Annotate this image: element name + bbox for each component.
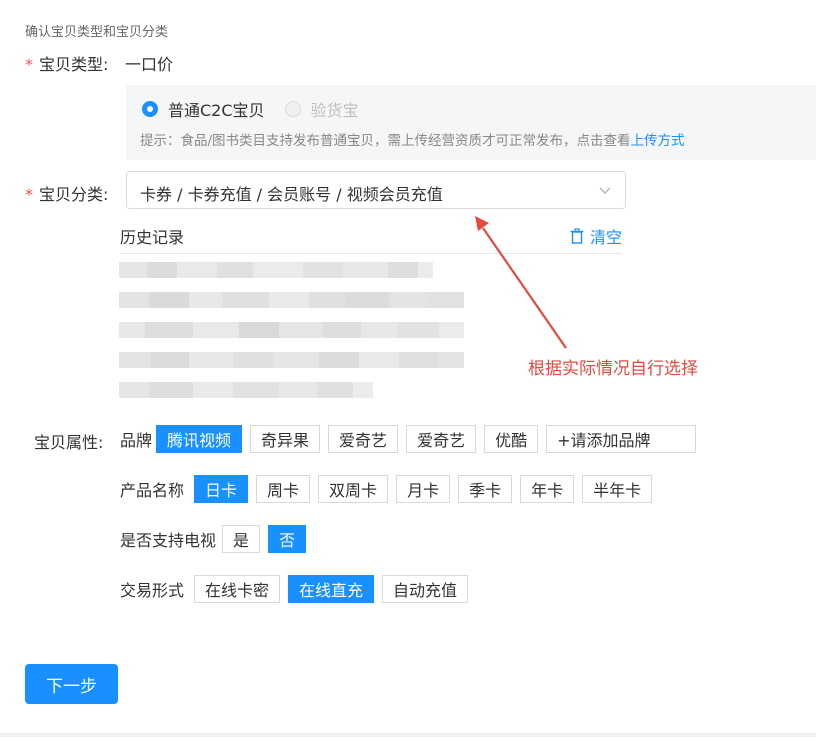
brand-tag-youku[interactable]: 优酷 (484, 425, 539, 453)
product-name-label: 产品名称 (120, 481, 185, 500)
brand-tag-iqiyi[interactable]: 爱奇艺 (328, 425, 399, 453)
annotation-text: 根据实际情况自行选择 (528, 359, 698, 379)
product-tag-quarter[interactable]: 季卡 (458, 475, 513, 503)
history-header: 历史记录 清空 (120, 222, 622, 254)
history-title: 历史记录 (120, 228, 185, 247)
required-star: * (25, 185, 33, 204)
product-tag-biweek[interactable]: 双周卡 (318, 475, 389, 503)
trade-tag-direct-charge[interactable]: 在线直充 (288, 575, 375, 603)
radio-normal-c2c-label[interactable]: 普通C2C宝贝 (168, 97, 265, 121)
product-tag-year[interactable]: 年卡 (520, 475, 575, 503)
type-label: * 宝贝类型: (25, 51, 108, 75)
tv-support-no[interactable]: 否 (268, 525, 307, 553)
attributes-label: 宝贝属性: (34, 433, 104, 452)
radio-normal-c2c[interactable] (142, 101, 158, 117)
brand-row: 品牌 腾讯视频 奇异果 爱奇艺 爱奇艺 优酷 +请添加品牌 (120, 425, 704, 453)
trash-icon (570, 228, 584, 244)
type-value: 一口价 (125, 55, 174, 74)
upload-method-link[interactable]: 上传方式 (631, 133, 685, 149)
trade-form-row: 交易形式 在线卡密 在线直充 自动充值 (120, 575, 476, 603)
history-item[interactable] (119, 382, 469, 398)
brand-tag-iqiyi-2[interactable]: 爱奇艺 (406, 425, 477, 453)
product-tag-week[interactable]: 周卡 (256, 475, 311, 503)
radio-inspection (284, 101, 301, 117)
tv-support-row: 是否支持电视 是 否 (120, 525, 314, 553)
history-item[interactable] (119, 292, 469, 308)
history-item[interactable] (119, 262, 469, 278)
radio-inspection-label: 验货宝 (310, 101, 359, 120)
trade-form-label: 交易形式 (120, 581, 185, 600)
category-label: * 宝贝分类: (25, 181, 108, 205)
brand-label: 品牌 (120, 431, 153, 450)
tv-support-label: 是否支持电视 (120, 531, 217, 550)
category-select-value: 卡券 / 卡券充值 / 会员账号 / 视频会员充值 (140, 185, 443, 204)
type-label-text: 宝贝类型: (39, 55, 109, 74)
add-brand-button[interactable]: +请添加品牌 (546, 425, 697, 453)
trade-tag-auto-charge[interactable]: 自动充值 (382, 575, 469, 603)
section-title: 确认宝贝类型和宝贝分类 (25, 25, 169, 40)
brand-tag-tencent[interactable]: 腾讯视频 (156, 425, 243, 453)
category-select[interactable]: 卡券 / 卡券充值 / 会员账号 / 视频会员充值 (126, 171, 626, 209)
required-star: * (25, 55, 33, 74)
clear-label: 清空 (589, 228, 622, 247)
product-tag-halfyear[interactable]: 半年卡 (582, 475, 653, 503)
hint-text: 提示：食品/图书类目支持发布普通宝贝，需上传经营资质才可正常发布，点击查看 (140, 133, 631, 149)
type-options-panel: 普通C2C宝贝 验货宝 提示：食品/图书类目支持发布普通宝贝，需上传经营资质才可… (126, 85, 816, 160)
tv-support-yes[interactable]: 是 (222, 525, 261, 553)
history-item[interactable] (119, 352, 469, 368)
category-label-text: 宝贝分类: (39, 185, 109, 204)
brand-tag-qiyiguo[interactable]: 奇异果 (250, 425, 321, 453)
history-item[interactable] (119, 322, 469, 338)
clear-history-button[interactable]: 清空 (570, 224, 622, 248)
history-list-blurred (119, 262, 469, 407)
trade-tag-card-secret[interactable]: 在线卡密 (194, 575, 281, 603)
product-tag-day[interactable]: 日卡 (194, 475, 249, 503)
chevron-down-icon (599, 187, 611, 194)
type-hint: 提示：食品/图书类目支持发布普通宝贝，需上传经营资质才可正常发布，点击查看上传方… (140, 129, 685, 149)
bottom-divider (0, 733, 816, 737)
product-name-row: 产品名称 日卡 周卡 双周卡 月卡 季卡 年卡 半年卡 (120, 475, 660, 503)
product-tag-month[interactable]: 月卡 (396, 475, 451, 503)
next-step-button[interactable]: 下一步 (25, 664, 118, 704)
